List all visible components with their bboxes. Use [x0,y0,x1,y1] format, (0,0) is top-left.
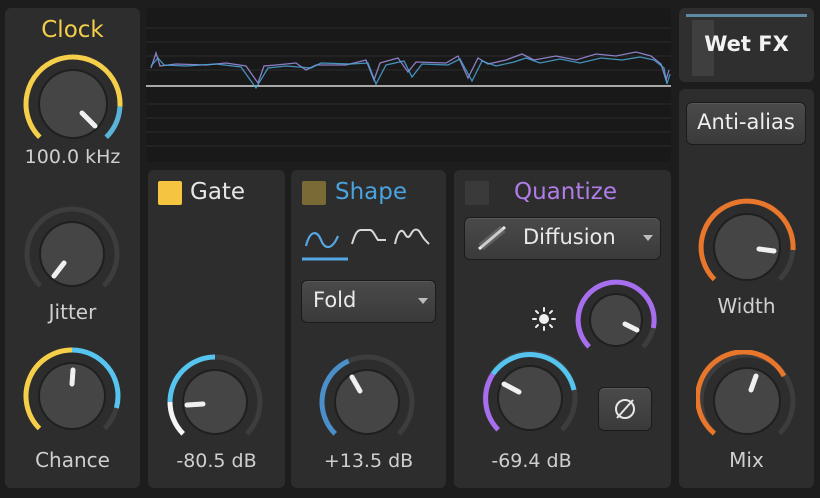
chance-knob[interactable] [21,345,123,447]
quantize-title: Quantize [514,179,617,205]
chevron-down-icon [643,235,653,241]
wet-fx-label[interactable]: Wet FX [679,32,814,56]
clock-rate-value: 100.0 kHz [24,146,121,168]
width-label: Width [717,294,776,318]
device-panel: Clock 100.0 kHz Jitter Chance Gate -80.5… [0,0,820,498]
clip-wave-icon[interactable] [350,222,388,252]
quantize-amount-value: -69.4 dB [491,450,572,472]
brightness-icon [532,307,556,331]
quantize-mode-dropdown[interactable]: Diffusion [464,217,661,260]
diffusion-icon [478,225,506,251]
jitter-label: Jitter [48,300,97,324]
width-knob[interactable] [696,196,798,298]
quantize-mode-value: Diffusion [523,225,616,249]
shape-drive-knob[interactable] [317,352,417,452]
shape-title: Shape [335,179,408,205]
phase-invert-button[interactable] [598,387,652,431]
shape-drive-value: +13.5 dB [323,450,414,472]
chevron-down-icon [418,298,428,304]
wet-fx-bar [686,14,807,17]
gate-title: Gate [190,179,246,205]
gate-enable-toggle[interactable] [158,181,182,205]
shape-mode-value: Fold [313,288,357,312]
fold-wave-icon[interactable] [393,222,431,252]
clock-rate-knob[interactable] [21,52,125,156]
quantize-enable-toggle[interactable] [465,181,489,205]
mix-knob[interactable] [696,350,798,452]
shape-mode-dropdown[interactable]: Fold [301,280,436,323]
anti-alias-label: Anti-alias [697,110,795,134]
sine-wave-icon[interactable] [302,222,348,262]
jitter-knob[interactable] [22,204,122,304]
chance-label: Chance [35,448,110,472]
quantize-amount-knob[interactable] [480,348,580,448]
clock-title: Clock [41,17,104,43]
mix-label: Mix [729,448,764,472]
waveform-scope [146,27,671,147]
quantize-tone-knob[interactable] [574,278,658,362]
anti-alias-button[interactable]: Anti-alias [686,102,806,145]
phase-invert-icon [615,399,635,419]
gate-threshold-knob[interactable] [165,352,265,452]
gate-threshold-value: -80.5 dB [176,450,257,472]
shape-enable-toggle[interactable] [302,181,326,205]
